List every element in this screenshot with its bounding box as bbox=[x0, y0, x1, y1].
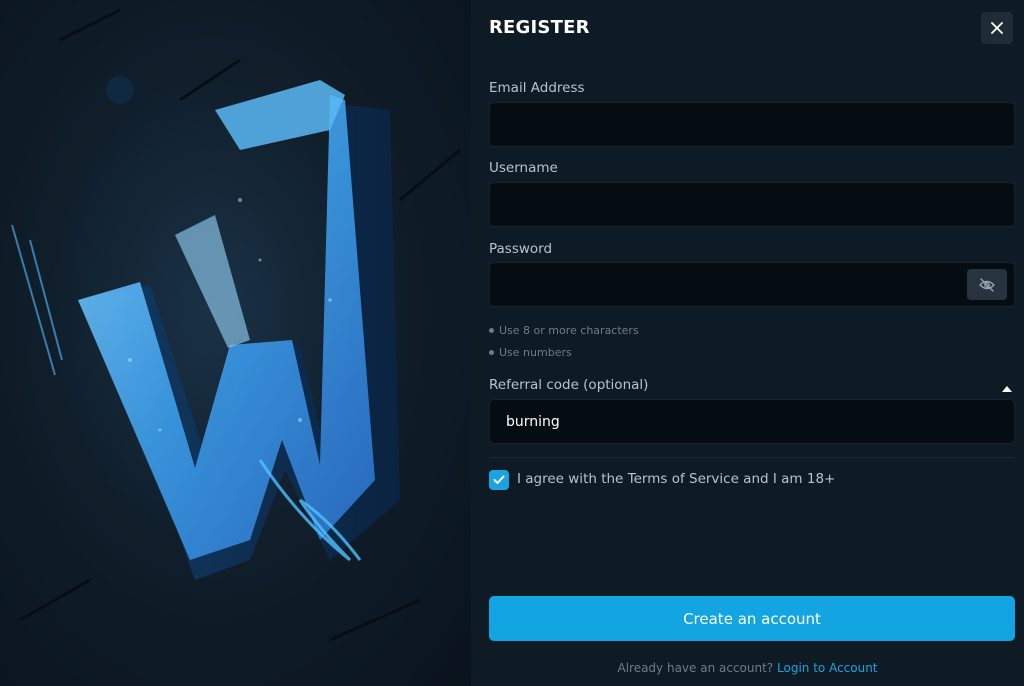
close-button[interactable] bbox=[981, 12, 1013, 44]
referral-label: Referral code (optional) bbox=[489, 377, 649, 393]
login-link[interactable]: Login to Account bbox=[777, 661, 878, 675]
w-logo-art bbox=[11, 8, 461, 642]
username-field[interactable] bbox=[489, 182, 1015, 227]
email-label: Email Address bbox=[489, 80, 585, 96]
eye-slash-icon bbox=[979, 277, 995, 292]
divider bbox=[489, 457, 1015, 458]
password-hint: Use 8 or more characters bbox=[489, 324, 639, 337]
password-label: Password bbox=[489, 241, 553, 257]
referral-collapse-toggle[interactable] bbox=[1001, 379, 1013, 392]
hero-artwork bbox=[0, 0, 471, 686]
password-visibility-toggle[interactable] bbox=[967, 269, 1007, 300]
create-account-button[interactable]: Create an account bbox=[489, 596, 1015, 641]
terms-checkbox[interactable] bbox=[489, 470, 509, 490]
register-panel: REGISTER Email Address Username Password… bbox=[471, 0, 1024, 686]
password-field[interactable] bbox=[489, 262, 1015, 307]
login-prompt: Already have an account? Login to Accoun… bbox=[471, 661, 1024, 675]
email-field[interactable] bbox=[489, 102, 1015, 147]
username-label: Username bbox=[489, 160, 558, 176]
page-title: REGISTER bbox=[489, 17, 590, 38]
bullet-icon bbox=[489, 327, 494, 333]
caret-up-icon bbox=[1002, 386, 1012, 392]
login-prompt-text: Already have an account? bbox=[617, 661, 774, 675]
checkmark-icon bbox=[493, 475, 505, 484]
referral-code-field[interactable] bbox=[489, 399, 1015, 444]
close-icon bbox=[991, 22, 1003, 34]
password-hint: Use numbers bbox=[489, 346, 572, 359]
bullet-icon bbox=[489, 349, 494, 355]
terms-label: I agree with the Terms of Service and I … bbox=[517, 471, 836, 487]
